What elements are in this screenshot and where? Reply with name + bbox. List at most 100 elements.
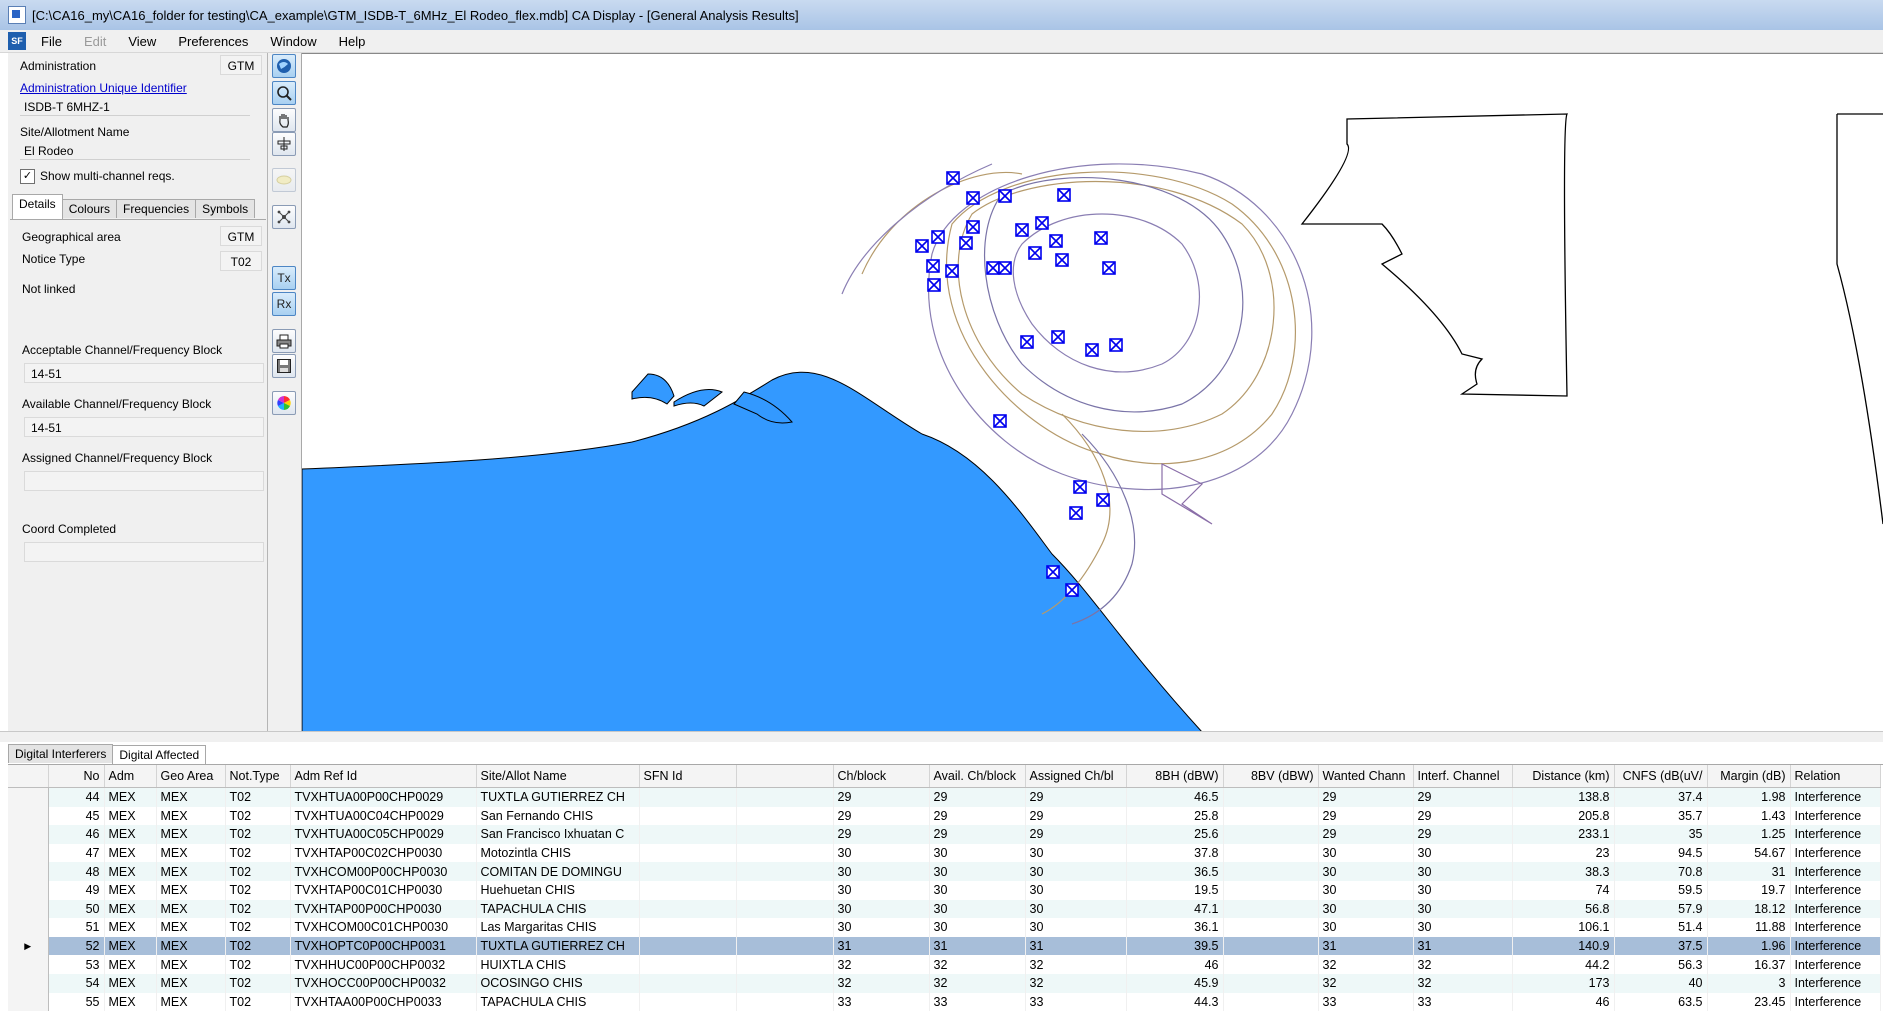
table-cell[interactable]: 35.7 [1614,806,1708,826]
table-row[interactable]: 44 MEX MEX T02 TVXHTUA00P00CHP0029 TUXTLA GUT… [8,787,1881,807]
table-cell[interactable]: MEX [156,880,226,900]
tab-digital-affected[interactable]: Digital Affected [112,745,207,764]
row-header[interactable] [8,787,49,807]
tab-symbols[interactable]: Symbols [195,199,256,218]
row-header[interactable] [8,806,49,826]
table-cell[interactable]: 46 [1512,992,1615,1012]
table-cell[interactable]: 70.8 [1614,862,1708,881]
table-cell[interactable]: 30 [833,918,930,937]
table-cell[interactable]: Interference [1790,843,1881,863]
table-cell[interactable]: Interference [1790,992,1881,1012]
table-cell[interactable] [736,825,834,844]
table-cell[interactable]: 30 [1413,918,1513,937]
print-icon[interactable] [272,329,296,353]
table-cell[interactable]: 1.25 [1707,825,1791,844]
table-cell[interactable]: T02 [225,918,291,937]
table-cell[interactable]: 30 [929,918,1026,937]
table-cell[interactable] [1223,973,1319,993]
network-icon[interactable] [272,205,296,229]
table-cell[interactable]: MEX [104,973,157,993]
table-cell[interactable]: 29 [1318,825,1414,844]
table-cell[interactable] [1223,992,1319,1012]
table-cell[interactable] [736,936,834,956]
table-cell[interactable]: 1.96 [1707,936,1791,956]
table-cell[interactable]: 44.2 [1512,955,1615,974]
table-cell[interactable] [736,880,834,900]
table-cell[interactable]: 44 [48,787,105,807]
table-cell[interactable] [1223,825,1319,844]
table-cell[interactable]: MEX [104,936,157,956]
table-cell[interactable] [1223,899,1319,919]
table-cell[interactable]: 49 [48,880,105,900]
table-cell[interactable]: 23.45 [1707,992,1791,1012]
table-cell[interactable]: 19.7 [1707,880,1791,900]
table-cell[interactable]: 32 [1318,973,1414,993]
row-header[interactable] [8,918,49,937]
table-cell[interactable] [736,899,834,919]
table-cell[interactable]: 45 [48,806,105,826]
table-cell[interactable]: 30 [1413,899,1513,919]
row-header[interactable] [8,899,49,919]
table-cell[interactable]: 31 [929,936,1026,956]
table-row[interactable]: 48 MEX MEX T02 TVXHCOM00P00CHP0030 COMITAN DE… [8,862,1881,881]
table-cell[interactable]: MEX [156,787,226,807]
table-cell[interactable]: 33 [1413,992,1513,1012]
table-cell[interactable]: 29 [1413,806,1513,826]
tab-details[interactable]: Details [12,194,63,219]
table-cell[interactable]: Interference [1790,973,1881,993]
row-header[interactable] [8,992,49,1012]
table-cell[interactable] [1223,918,1319,937]
tab-digital-interferers[interactable]: Digital Interferers [8,744,114,763]
table-cell[interactable]: TVXHCOM00P00CHP0030 [290,862,477,881]
table-cell[interactable]: 32 [1025,955,1127,974]
table-cell[interactable]: Huehuetan CHIS [476,880,640,900]
table-cell[interactable]: T02 [225,825,291,844]
table-cell[interactable]: 32 [929,973,1026,993]
table-row[interactable]: 55 MEX MEX T02 TVXHTAA00P00CHP0033 TAPACHULA … [8,992,1881,1012]
table-cell[interactable]: 30 [1318,862,1414,881]
table-cell[interactable]: MEX [104,843,157,863]
table-cell[interactable]: 11.88 [1707,918,1791,937]
table-cell[interactable] [1223,787,1319,807]
table-cell[interactable]: T02 [225,862,291,881]
table-cell[interactable] [639,880,737,900]
col-wanted-channel[interactable]: Wanted Chann [1318,765,1414,788]
table-cell[interactable]: 50 [48,899,105,919]
table-cell[interactable]: MEX [104,787,157,807]
row-header[interactable] [8,955,49,974]
table-cell[interactable]: 32 [833,955,930,974]
table-cell[interactable]: 106.1 [1512,918,1615,937]
table-cell[interactable]: 29 [1413,787,1513,807]
table-cell[interactable]: 29 [1025,806,1127,826]
row-header[interactable] [8,973,49,993]
col-sfn-id[interactable]: SFN Id [639,765,737,788]
col-cnfs[interactable]: CNFS (dB(uV/ [1614,765,1708,788]
table-cell[interactable]: 32 [929,955,1026,974]
uid-field[interactable]: ISDB-T 6MHZ-1 [20,98,250,116]
table-cell[interactable]: TUXTLA GUTIERREZ CH [476,936,640,956]
table-cell[interactable]: 30 [929,843,1026,863]
table-cell[interactable]: 53 [48,955,105,974]
tab-frequencies[interactable]: Frequencies [116,199,197,218]
table-cell[interactable] [1223,880,1319,900]
row-header[interactable] [8,880,49,900]
table-cell[interactable] [1223,806,1319,826]
table-cell[interactable]: 1.98 [1707,787,1791,807]
table-cell[interactable] [639,992,737,1012]
table-cell[interactable]: San Francisco Ixhuatan C [476,825,640,844]
col-avail-ch-block[interactable]: Avail. Ch/block [929,765,1026,788]
table-cell[interactable]: 33 [1025,992,1127,1012]
table-cell[interactable]: 55 [48,992,105,1012]
table-cell[interactable] [736,918,834,937]
color-wheel-icon[interactable] [272,391,296,415]
menu-help[interactable]: Help [328,34,377,49]
table-cell[interactable]: 30 [1025,880,1127,900]
table-row[interactable]: 46 MEX MEX T02 TVXHTUA00C05CHP0029 San Franci… [8,825,1881,844]
col-margin[interactable]: Margin (dB) [1707,765,1791,788]
table-cell[interactable]: 29 [833,825,930,844]
ellipse-icon[interactable] [272,168,296,192]
col-no[interactable]: No [48,765,105,788]
assigned-field[interactable] [24,471,264,491]
table-cell[interactable]: TVXHTAA00P00CHP0033 [290,992,477,1012]
tab-colours[interactable]: Colours [61,199,118,218]
